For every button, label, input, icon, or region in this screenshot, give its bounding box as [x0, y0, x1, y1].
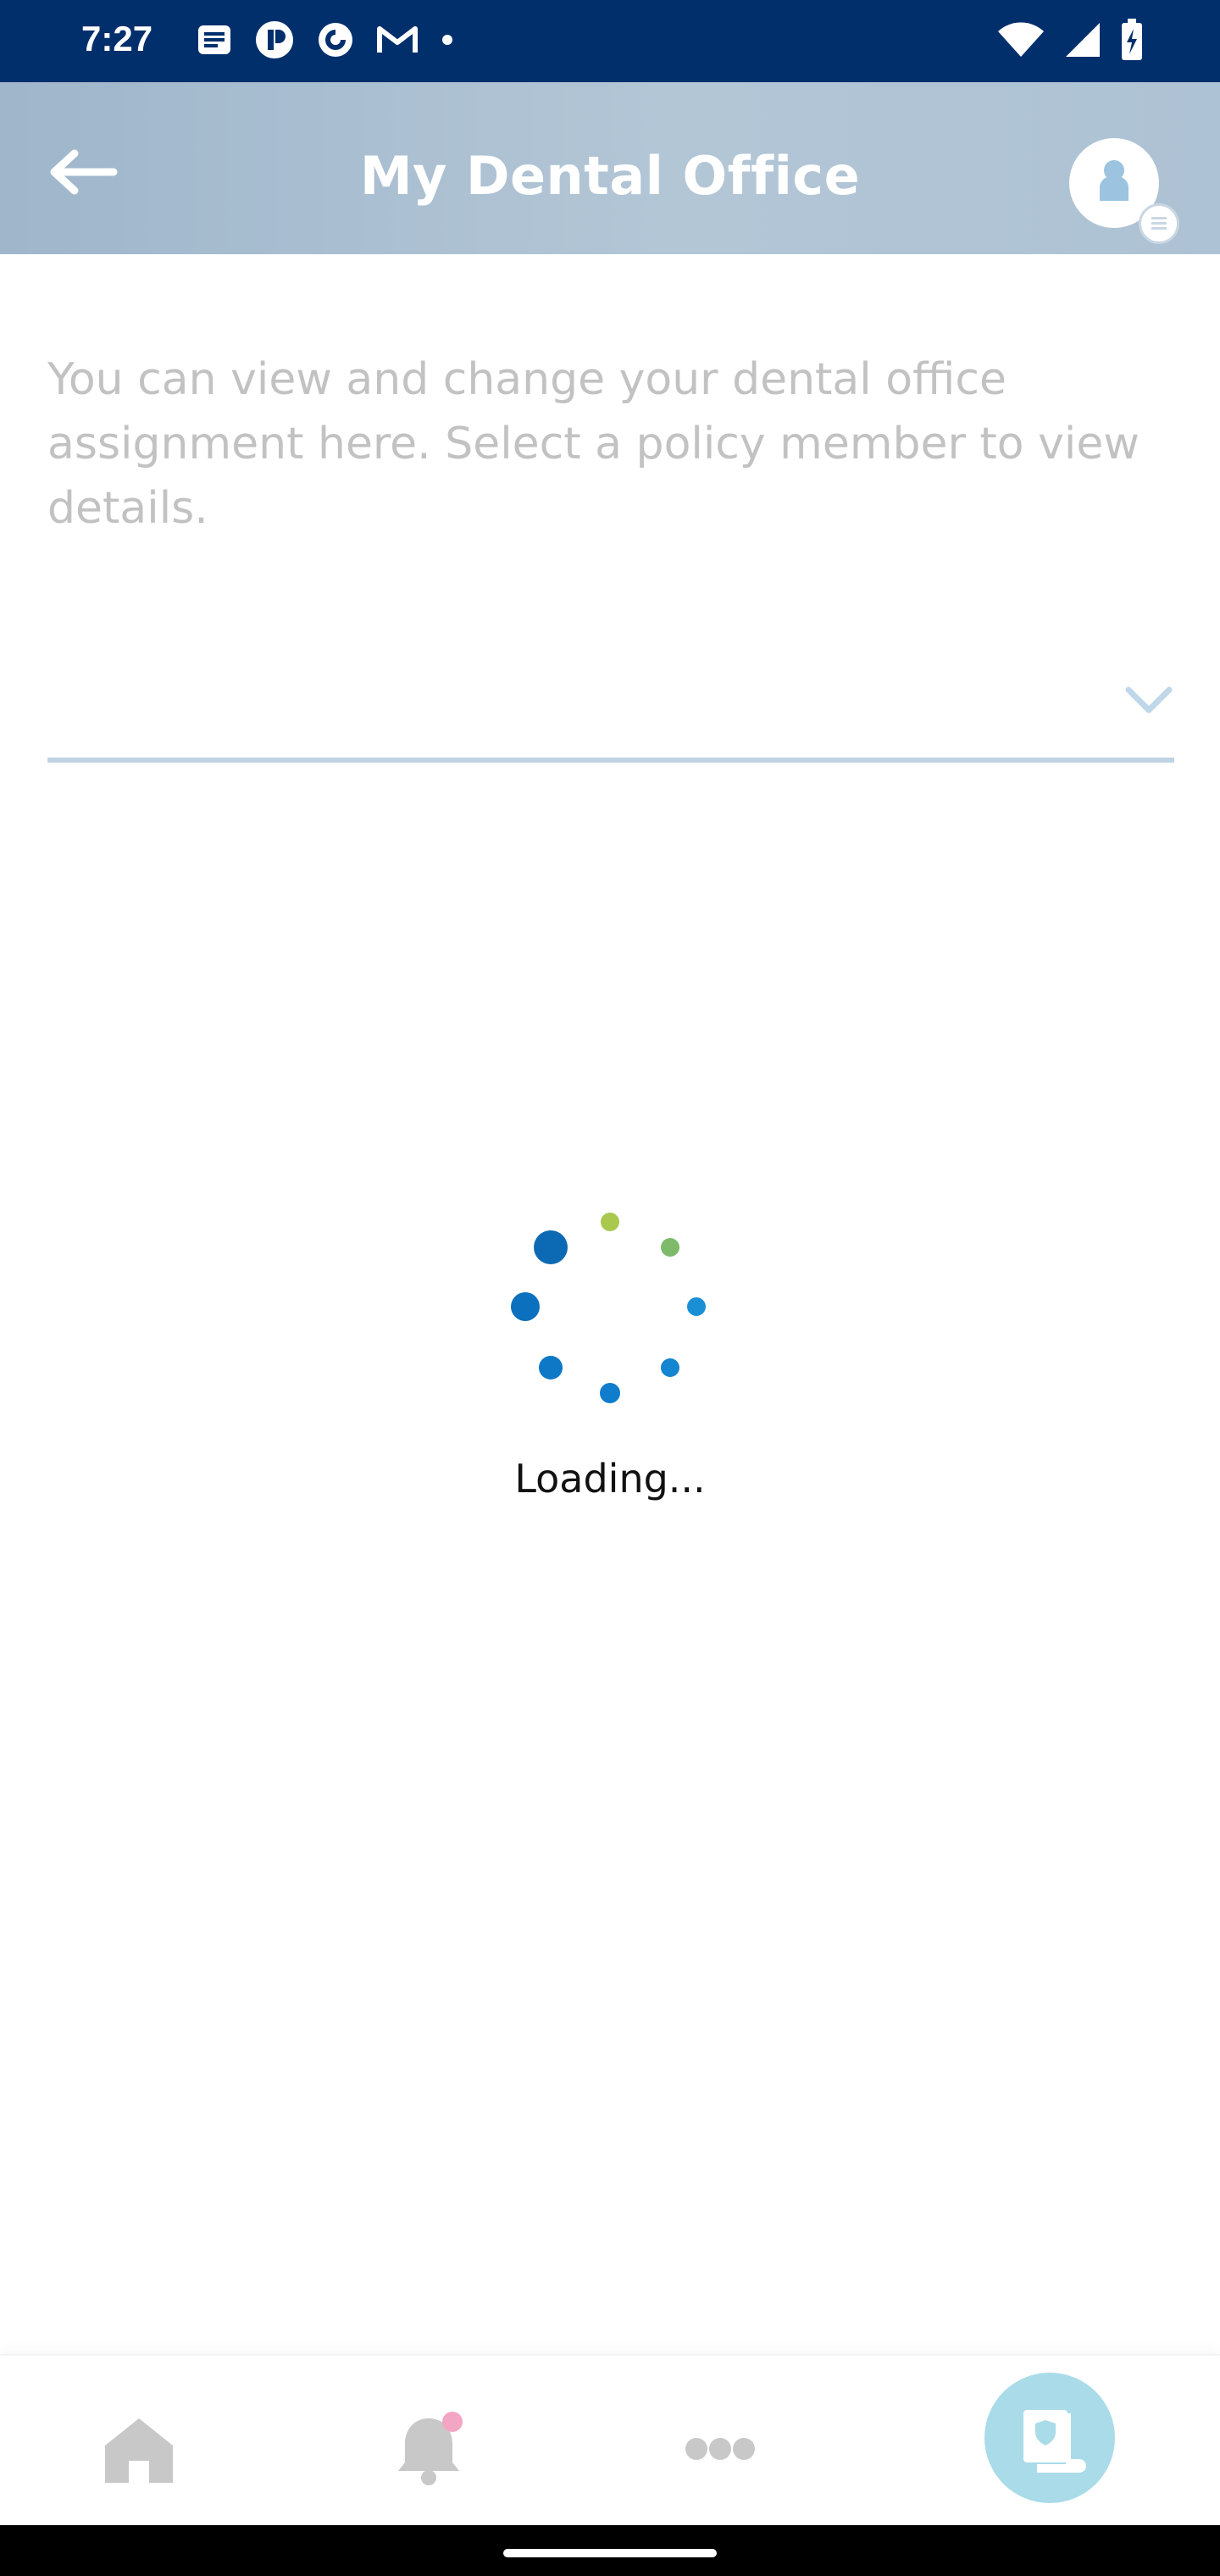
status-notification-icons [197, 20, 454, 63]
spinner-dot [511, 1292, 540, 1321]
loading-spinner [511, 1213, 706, 1403]
app-icon [254, 19, 295, 64]
status-system-icons [996, 19, 1144, 64]
spinner-dot [600, 1383, 620, 1403]
spinner-dot [687, 1297, 706, 1316]
nav-notifications[interactable] [386, 2407, 471, 2491]
nav-more[interactable] [678, 2407, 762, 2491]
spinner-dot [601, 1213, 619, 1231]
spinner-dot [661, 1358, 679, 1377]
battery-icon [1120, 19, 1144, 64]
menu-icon [1151, 217, 1167, 230]
loading-text: Loading... [514, 1456, 706, 1502]
policy-member-select[interactable] [47, 644, 1174, 763]
more-icon [685, 2438, 755, 2460]
home-gesture-handle[interactable] [503, 2549, 717, 2557]
gmail-icon [376, 24, 419, 59]
app-header: My Dental Office [0, 82, 1220, 254]
dot-icon [441, 33, 454, 50]
bottom-nav [0, 2354, 1220, 2527]
home-icon [105, 2418, 173, 2483]
news-icon [197, 24, 232, 59]
nav-home[interactable] [97, 2407, 181, 2491]
profile-menu-badge [1139, 203, 1179, 244]
signal-icon [1064, 21, 1101, 62]
bell-icon [398, 2412, 463, 2485]
page-description: You can view and change your dental offi… [47, 354, 1140, 534]
system-navigation-bar [0, 2525, 1220, 2576]
page-title: My Dental Office [359, 145, 861, 207]
wifi-icon [996, 21, 1045, 62]
notification-badge [442, 2412, 463, 2432]
spinner-dot [534, 1230, 568, 1264]
pocket-casts-icon [317, 21, 354, 62]
dental-card-icon [1023, 2410, 1086, 2473]
spinner-dot [661, 1238, 679, 1257]
status-bar: 7:27 [0, 0, 1220, 82]
spinner-dot [539, 1356, 563, 1380]
chevron-down-icon[interactable] [1123, 683, 1174, 717]
nav-dental-office[interactable] [984, 2373, 1115, 2503]
status-time: 7:27 [81, 19, 153, 58]
